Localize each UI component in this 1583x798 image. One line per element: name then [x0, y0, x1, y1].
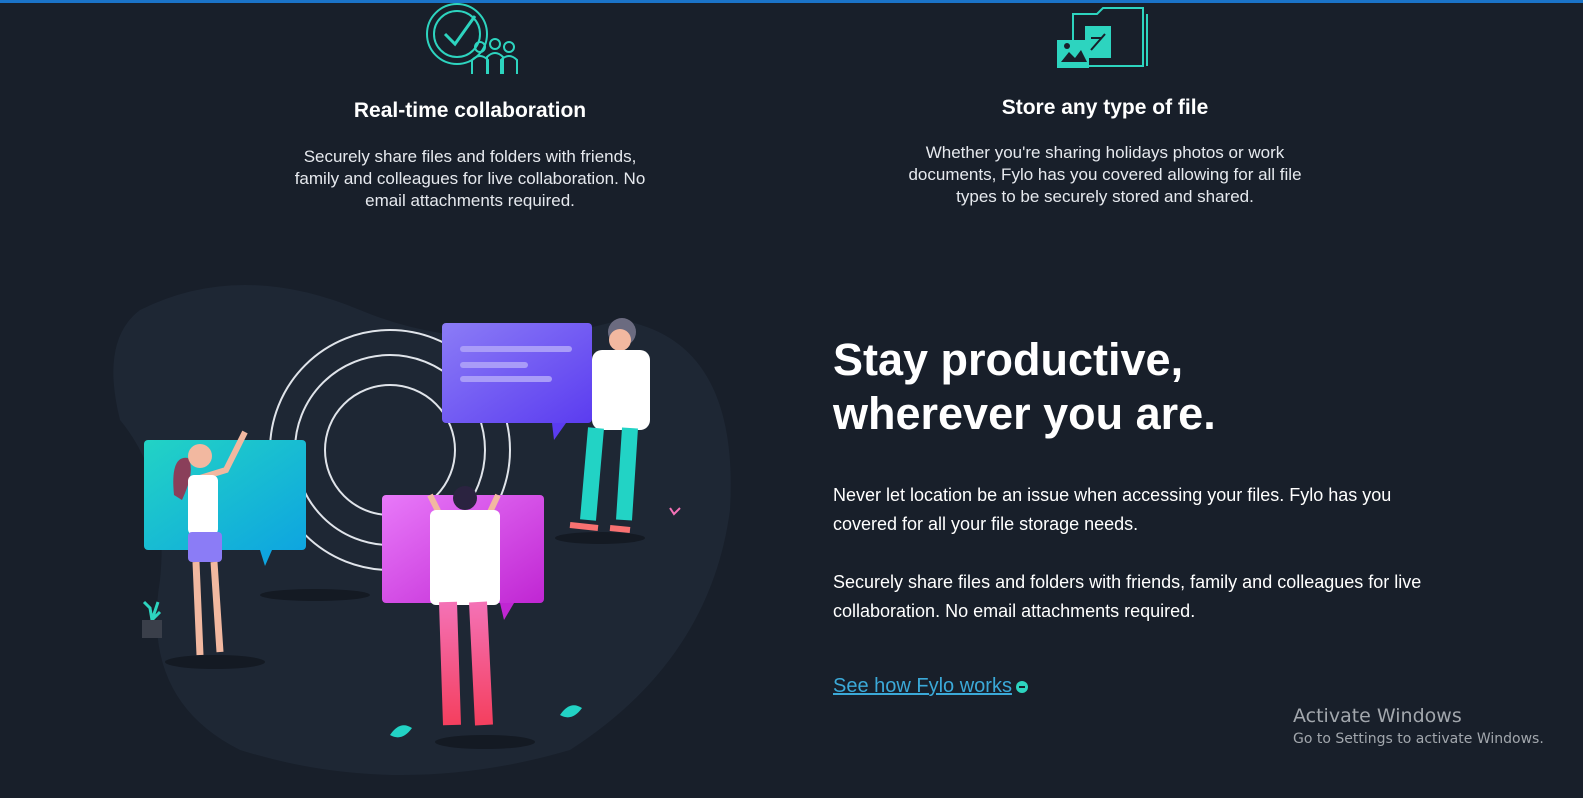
file-storage-icon — [1055, 4, 1151, 77]
top-border — [0, 0, 1583, 3]
productive-illustration — [100, 280, 750, 780]
watermark-subtitle: Go to Settings to activate Windows. — [1293, 731, 1544, 747]
watermark-title: Activate Windows — [1293, 705, 1462, 727]
productive-heading: Stay productive, wherever you are. — [833, 334, 1216, 439]
productive-section: Stay productive, wherever you are. Never… — [833, 333, 1433, 697]
feature-text: Securely share files and folders with fr… — [294, 147, 646, 210]
arrow-circle-icon — [1015, 680, 1028, 693]
feature-title: Real-time collaboration — [353, 99, 587, 122]
see-how-fylo-works-link[interactable]: See how Fylo works — [833, 675, 1028, 698]
cta-label: See how Fylo works — [833, 675, 1012, 697]
windows-activation-watermark: Activate Windows Go to Settings to activ… — [1293, 705, 1544, 747]
productive-paragraph-2: Securely share files and folders with fr… — [833, 572, 1422, 621]
feature-text: Whether you're sharing holidays photos o… — [908, 143, 1302, 206]
collaboration-icon — [425, 0, 520, 83]
productive-paragraph-1: Never let location be an issue when acce… — [833, 485, 1392, 534]
feature-title: Store any type of file — [1001, 96, 1209, 119]
